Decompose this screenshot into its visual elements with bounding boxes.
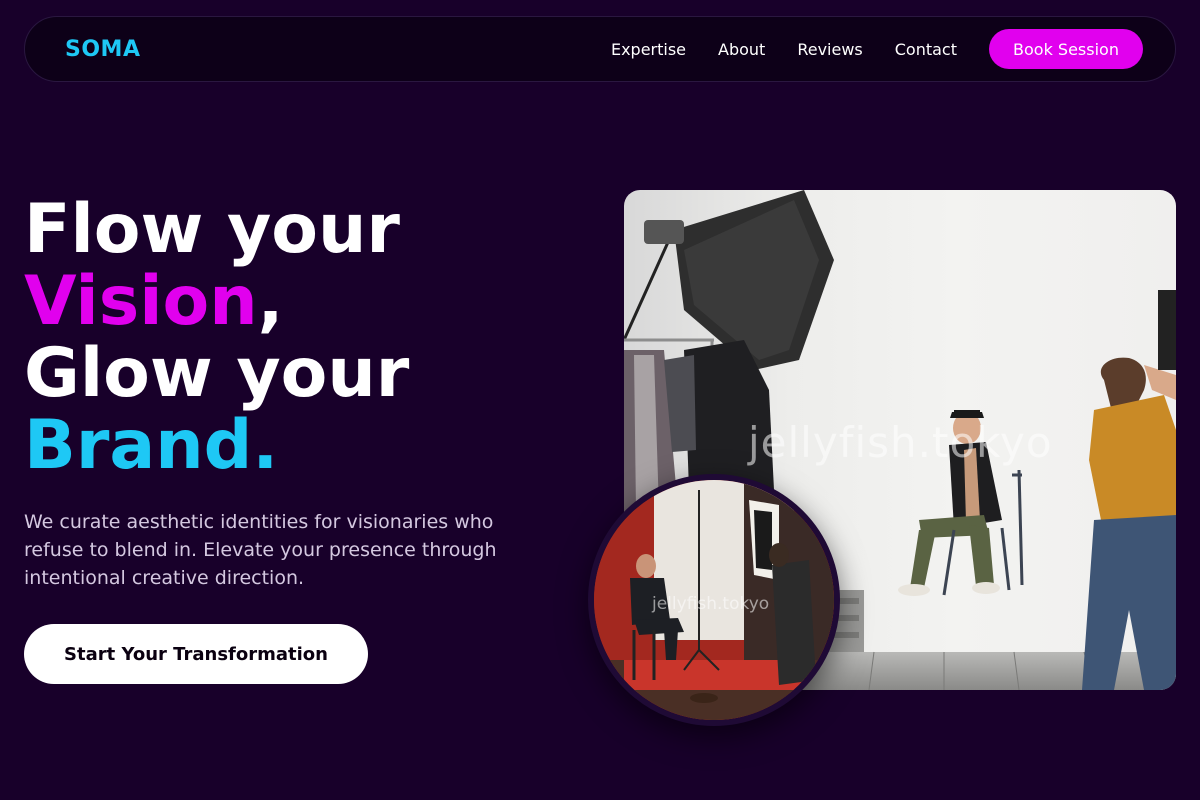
book-session-button[interactable]: Book Session [989,29,1143,69]
hero-title-comma: , [257,262,284,341]
nav-link-expertise[interactable]: Expertise [611,40,686,59]
start-transformation-button[interactable]: Start Your Transformation [24,624,368,684]
nav-link-contact[interactable]: Contact [895,40,957,59]
top-navbar: SOMA Expertise About Reviews Contact Boo… [24,16,1176,82]
hero-title-accent-brand: Brand. [24,406,279,485]
nav-link-reviews[interactable]: Reviews [797,40,862,59]
hero-title: Flow your Vision, Glow your Brand. [24,194,409,482]
main-photo-watermark: jellyfish.tokyo [748,418,1053,467]
hero-title-accent-vision: Vision [24,262,258,341]
hero-title-line-1: Flow your [24,190,400,269]
hero-subtitle: We curate aesthetic identities for visio… [24,511,497,589]
nav-links: Expertise About Reviews Contact Book Ses… [611,29,1143,69]
hero-title-line-3: Glow your [24,334,410,413]
inset-circle-photo: jellyfish.tokyo [588,474,840,726]
hero-title-line-2: Vision, [24,266,409,338]
inset-photo-watermark: jellyfish.tokyo [652,594,770,614]
nav-link-about[interactable]: About [718,40,765,59]
brand-logo[interactable]: SOMA [65,37,140,62]
